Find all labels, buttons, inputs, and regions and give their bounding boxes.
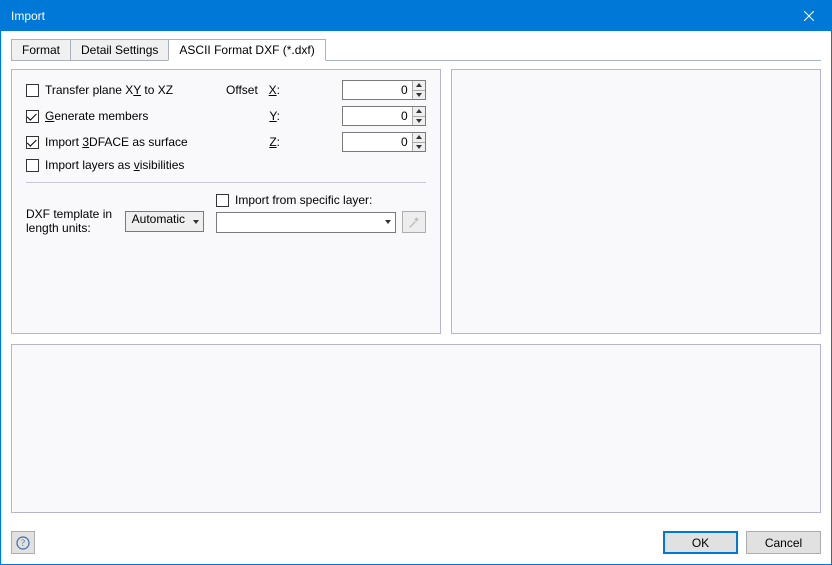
cancel-button[interactable]: Cancel [746, 531, 821, 554]
offset-label: Offset [226, 83, 266, 97]
checkbox-label: Import 3DFACE as surface [45, 135, 188, 149]
offset-y-input[interactable] [342, 106, 426, 126]
chevron-down-icon [416, 145, 422, 149]
checkbox-transfer-plane[interactable]: Transfer plane XY to XZ [26, 83, 226, 97]
checkbox-label: Import layers as visibilities [45, 158, 184, 172]
upper-panels: Transfer plane XY to XZ Offset X: [11, 69, 821, 334]
tab-ascii-dxf[interactable]: ASCII Format DXF (*.dxf) [168, 39, 325, 61]
spin-up[interactable] [413, 107, 425, 117]
chevron-up-icon [416, 109, 422, 113]
tab-detail-settings[interactable]: Detail Settings [70, 39, 169, 60]
axis-y-label: Y: [266, 109, 284, 123]
eyedropper-icon [407, 215, 421, 229]
checkbox-import-specific-layer[interactable]: Import from specific layer: [216, 193, 426, 207]
offset-x-input[interactable] [342, 80, 426, 100]
import-dialog: Import Format Detail Settings ASCII Form… [0, 0, 832, 565]
chevron-down-icon [416, 93, 422, 97]
checkbox-import-layers-visibilities[interactable]: Import layers as visibilities [26, 158, 226, 172]
spin-down[interactable] [413, 143, 425, 152]
checkbox-box [216, 194, 229, 207]
checkbox-label: Generate members [45, 109, 148, 123]
spin-down[interactable] [413, 117, 425, 126]
checkbox-box [26, 136, 39, 149]
spin-up[interactable] [413, 133, 425, 143]
pick-layer-button[interactable] [402, 211, 426, 233]
checkbox-import-3dface[interactable]: Import 3DFACE as surface [26, 135, 226, 149]
separator [26, 182, 426, 183]
spin-up[interactable] [413, 81, 425, 91]
close-button[interactable] [786, 1, 831, 31]
spin-down[interactable] [413, 91, 425, 100]
options-panel: Transfer plane XY to XZ Offset X: [11, 69, 441, 334]
chevron-down-icon [385, 220, 391, 224]
ok-button[interactable]: OK [663, 531, 738, 554]
help-icon: ? [16, 536, 30, 550]
offset-x-field[interactable] [343, 81, 412, 99]
dialog-footer: ? OK Cancel [1, 523, 831, 564]
chevron-up-icon [416, 135, 422, 139]
checkbox-box [26, 159, 39, 172]
help-button[interactable]: ? [11, 531, 35, 554]
offset-y-field[interactable] [343, 107, 412, 125]
template-units-select[interactable]: Automatic [125, 211, 204, 232]
checkbox-label: Transfer plane XY to XZ [45, 83, 173, 97]
tab-body: Transfer plane XY to XZ Offset X: [11, 60, 821, 513]
axis-z-label: Z: [266, 135, 284, 149]
offset-z-field[interactable] [343, 133, 412, 151]
checkbox-label: Import from specific layer: [235, 193, 372, 207]
window-title: Import [11, 9, 45, 23]
tab-strip: Format Detail Settings ASCII Format DXF … [11, 39, 821, 60]
checkbox-box [26, 84, 39, 97]
tab-format[interactable]: Format [11, 39, 71, 60]
offset-z-input[interactable] [342, 132, 426, 152]
axis-x-label: X: [266, 83, 284, 97]
chevron-down-icon [416, 119, 422, 123]
svg-text:?: ? [21, 538, 25, 548]
template-units-label: DXF template in length units: [26, 193, 113, 235]
layer-select[interactable] [216, 212, 396, 233]
log-panel [11, 344, 821, 513]
chevron-up-icon [416, 83, 422, 87]
content-area: Format Detail Settings ASCII Format DXF … [1, 31, 831, 523]
checkbox-box [26, 110, 39, 123]
titlebar: Import [1, 1, 831, 31]
checkbox-generate-members[interactable]: Generate members [26, 109, 226, 123]
close-icon [804, 11, 814, 21]
preview-panel [451, 69, 821, 334]
